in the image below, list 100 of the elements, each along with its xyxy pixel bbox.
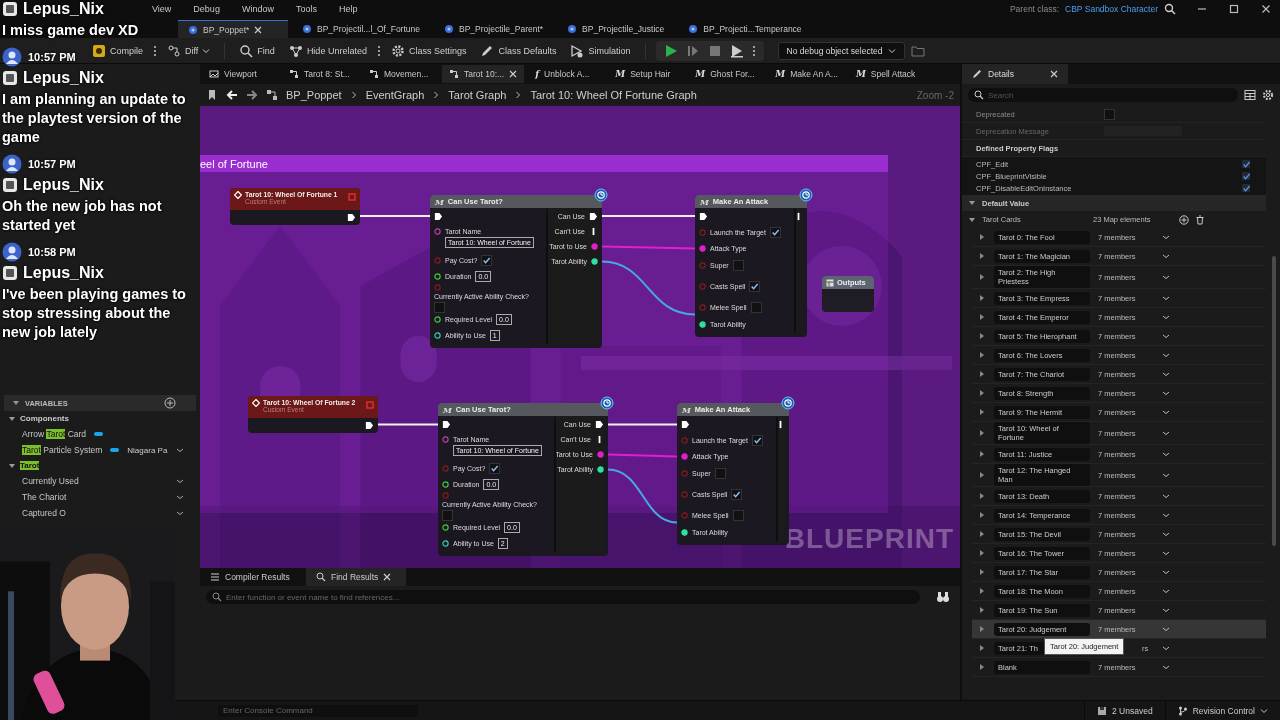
wire[interactable] [607,468,678,524]
checkbox[interactable] [1104,108,1115,120]
chevron-down-icon[interactable] [1162,389,1170,397]
add-icon[interactable] [164,397,176,409]
expand-arrow-icon[interactable] [978,332,986,340]
stop-button[interactable] [707,43,722,58]
chevron-down-icon[interactable] [176,446,184,454]
expand-arrow-icon[interactable] [978,408,986,416]
add-icon[interactable] [1179,214,1189,225]
graph-tab[interactable]: Viewport [202,65,278,83]
menu-item[interactable]: View [152,4,172,14]
graph-tab[interactable]: Movemen... [362,65,438,83]
collapse-arrow-icon[interactable] [8,461,16,470]
close-icon[interactable] [254,25,263,34]
pin-icon[interactable] [434,273,441,281]
expand-arrow-icon[interactable] [978,351,986,359]
folder-icon[interactable] [911,43,926,58]
debug-object-dropdown[interactable]: No debug object selected [777,41,906,60]
chevron-down-icon[interactable] [1162,511,1170,519]
checkbox[interactable] [751,434,763,446]
checkbox[interactable] [1242,172,1250,180]
exec-pin-icon[interactable] [365,421,374,430]
chevron-down-icon[interactable] [1162,471,1170,479]
checkbox[interactable] [434,301,445,313]
exec-pin-icon[interactable] [434,212,443,221]
variable-name[interactable]: The Chariot [22,492,67,502]
chevron-down-icon[interactable] [1162,587,1170,595]
pin-icon[interactable] [699,245,706,253]
table-view-icon[interactable] [1244,89,1256,101]
expand-arrow-icon[interactable] [978,587,986,595]
graph-tab[interactable]: M Spell Attack [848,65,925,83]
expand-arrow-icon[interactable] [978,450,986,458]
step-button[interactable] [685,43,700,58]
exec-pin-icon[interactable] [347,213,356,222]
checkbox[interactable] [750,302,762,314]
pin-icon[interactable] [591,243,598,250]
graph-tab[interactable]: f Unblock A... [528,65,605,83]
comment-header[interactable]: eel of Fortune [200,155,888,172]
chevron-down-icon[interactable] [1162,313,1170,321]
chevron-down-icon[interactable] [1162,450,1170,458]
expand-arrow-icon[interactable] [978,663,986,671]
toolbar-button[interactable]: Diff [163,41,215,60]
chevron-down-icon[interactable] [1162,568,1170,576]
chevron-down-icon[interactable] [1162,625,1170,633]
menu-item[interactable]: Debug [193,4,220,14]
chevron-down-icon[interactable] [1162,370,1170,378]
pin-icon[interactable] [442,481,449,489]
expand-arrow-icon[interactable] [978,294,986,302]
back-arrow-icon[interactable] [226,89,238,101]
menu-item[interactable]: Window [241,4,274,14]
pin-icon[interactable] [442,540,449,548]
expand-arrow-icon[interactable] [978,471,986,479]
search-icon[interactable] [1164,3,1176,15]
wire[interactable] [601,260,696,316]
expand-arrow-icon[interactable] [978,568,986,576]
chevron-down-icon[interactable] [1162,429,1170,437]
chevron-down-icon[interactable] [1162,233,1170,241]
graph-tab[interactable]: Tarot 8: St... [282,65,358,83]
checkbox[interactable] [489,462,501,474]
close-icon[interactable] [1050,70,1058,78]
expand-arrow-icon[interactable] [978,252,986,260]
close-icon[interactable] [383,573,392,581]
pin-icon[interactable] [597,451,604,458]
revision-control-button[interactable]: Revision Control [1164,701,1280,720]
category-label[interactable]: Components [20,414,69,423]
expand-arrow-icon[interactable] [978,233,986,241]
exec-pin-icon[interactable] [442,420,451,429]
more-icon[interactable] [751,43,756,58]
menu-item[interactable]: Help [338,4,358,14]
expand-arrow-icon[interactable] [978,625,986,633]
expand-arrow-icon[interactable] [978,511,986,519]
close-icon[interactable] [1260,3,1272,15]
binoculars-icon[interactable] [936,590,950,604]
toolbar-button[interactable]: Compile [88,41,147,60]
panel-tab[interactable]: Find Results [306,568,406,586]
exec-pin-icon[interactable] [699,212,708,221]
menu-item[interactable]: Tools [295,4,317,14]
checkbox[interactable] [481,254,493,266]
chevron-down-icon[interactable] [1162,663,1170,671]
document-tab[interactable]: BP_Projectile_Parent* [434,20,554,38]
document-tab[interactable]: BP_Poppet* [178,20,288,38]
toolbar-button[interactable]: Find [235,41,279,60]
chevron-down-icon[interactable] [1162,408,1170,416]
graph-tab[interactable]: M Make An A... [768,65,845,83]
search-field[interactable]: Enter function or event name to find references... [206,590,920,604]
checkbox[interactable] [731,489,743,500]
expand-arrow-icon[interactable] [978,273,986,281]
expand-arrow-icon[interactable] [978,644,986,652]
document-tab[interactable]: BP_Projecti...Temperance [678,20,812,38]
expand-arrow-icon[interactable] [978,389,986,397]
checkbox[interactable] [714,467,726,479]
chevron-down-icon[interactable] [1162,606,1170,614]
trash-icon[interactable] [1195,214,1205,225]
checkbox[interactable] [732,259,744,271]
graph-tab[interactable]: Tarot 10:... [442,65,525,83]
chevron-down-icon[interactable] [1162,273,1170,281]
unsaved-button[interactable]: 2 Unsaved [1084,701,1165,720]
graph-tab[interactable]: M Setup Hair [608,65,685,83]
toolbar-button[interactable]: Simulation [566,41,635,60]
maximize-icon[interactable] [1228,3,1240,15]
